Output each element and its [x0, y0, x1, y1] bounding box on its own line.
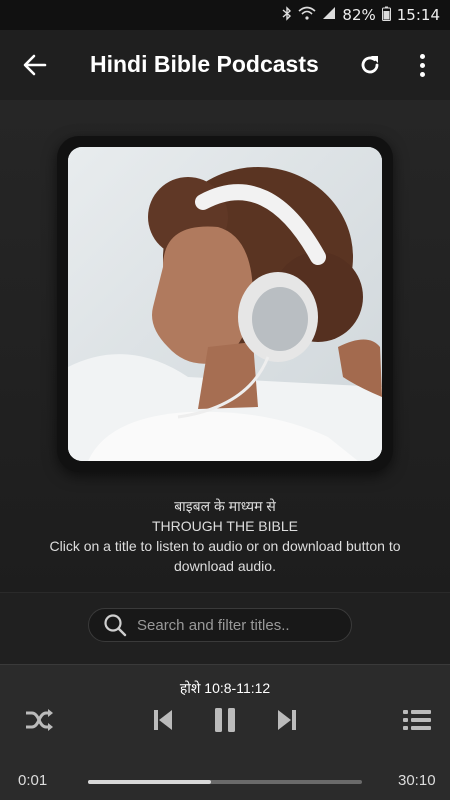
podcast-description: बाइबल के माध्यम से THROUGH THE BIBLE Cli… — [0, 496, 450, 576]
playlist-button[interactable] — [400, 703, 434, 737]
total-duration: 30:10 — [398, 772, 436, 789]
description-instructions: Click on a title to listen to audio or o… — [49, 538, 401, 554]
arrow-left-icon — [23, 54, 47, 76]
refresh-button[interactable] — [355, 50, 385, 80]
description-hindi: बाइबल के माध्यम से — [174, 498, 276, 514]
playlist-icon — [403, 710, 431, 730]
skip-next-icon — [278, 710, 296, 730]
bluetooth-icon — [282, 5, 292, 25]
more-vert-icon — [419, 53, 425, 59]
page-title: Hindi Bible Podcasts — [90, 51, 319, 77]
podcast-header: बाइबल के माध्यम से THROUGH THE BIBLE Cli… — [0, 100, 450, 592]
search-bar-container — [0, 592, 450, 664]
signal-icon — [322, 6, 336, 24]
cover-art-frame — [57, 136, 393, 472]
description-instructions-cont: download audio. — [174, 558, 276, 574]
pause-button[interactable] — [210, 703, 240, 737]
pause-icon — [215, 708, 235, 732]
cover-art-image — [68, 147, 382, 461]
refresh-icon — [361, 56, 379, 74]
back-button[interactable] — [18, 50, 52, 80]
shuffle-icon — [26, 709, 53, 731]
search-box[interactable] — [88, 608, 352, 642]
description-english: THROUGH THE BIBLE — [152, 518, 298, 534]
search-icon — [104, 614, 127, 637]
next-button[interactable] — [272, 703, 302, 737]
status-bar: 82% 15:14 — [0, 0, 450, 30]
battery-percent: 82% — [342, 6, 376, 24]
wifi-icon — [298, 6, 316, 24]
shuffle-button[interactable] — [22, 703, 56, 737]
previous-button[interactable] — [148, 703, 178, 737]
search-input[interactable] — [137, 616, 337, 634]
audio-player: होशे 10:8-11:12 0:01 30:10 — [0, 664, 450, 800]
seek-bar-progress — [88, 780, 212, 784]
skip-previous-icon — [154, 710, 172, 730]
now-playing-title: होशे 10:8-11:12 — [179, 680, 271, 696]
more-options-button[interactable] — [410, 50, 434, 80]
elapsed-time: 0:01 — [18, 772, 48, 789]
clock: 15:14 — [396, 6, 440, 24]
seek-bar[interactable] — [88, 780, 362, 784]
battery-icon — [381, 6, 391, 25]
app-bar: Hindi Bible Podcasts — [0, 30, 450, 100]
